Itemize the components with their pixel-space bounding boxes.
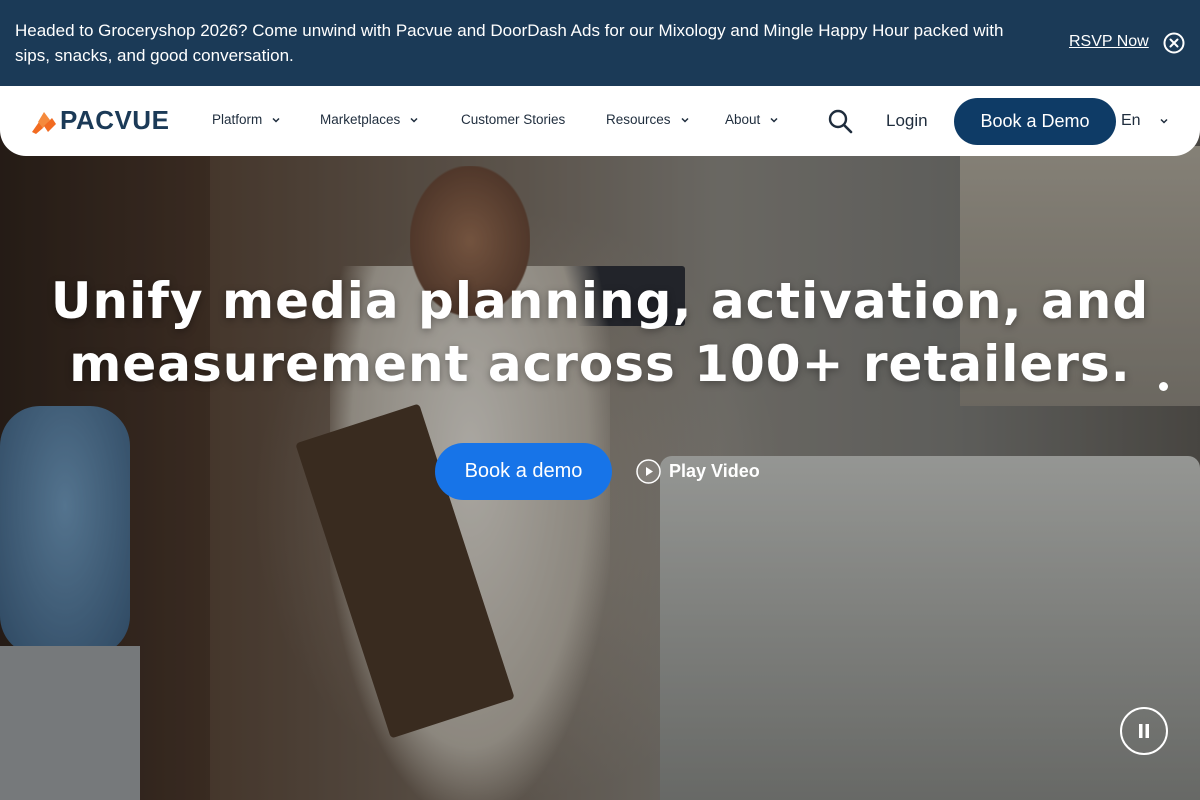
login-link[interactable]: Login xyxy=(886,111,928,131)
hero-book-demo-button[interactable]: Book a demo xyxy=(435,443,612,500)
pause-icon xyxy=(1139,724,1149,738)
nav-item-label: Resources xyxy=(606,112,671,127)
carousel-dot[interactable] xyxy=(1159,382,1168,391)
language-label: En xyxy=(1121,112,1141,129)
play-video-label: Play Video xyxy=(669,461,760,481)
pause-button[interactable] xyxy=(1120,707,1168,755)
hero-headline-line2: measurement across 100+ retailers. xyxy=(69,335,1131,393)
rsvp-link[interactable]: RSVP Now xyxy=(1069,33,1149,51)
nav-item-marketplaces[interactable]: Marketplaces xyxy=(320,112,419,127)
nav-item-customer-stories[interactable]: Customer Stories xyxy=(461,112,565,127)
close-circle-icon[interactable] xyxy=(1163,32,1185,54)
language-selector[interactable]: En xyxy=(1121,112,1169,130)
play-video-button[interactable]: Play Video xyxy=(636,459,760,484)
nav-item-platform[interactable]: Platform xyxy=(212,112,281,127)
chevron-down-icon xyxy=(410,117,418,123)
logo-text: PACVUE xyxy=(60,105,170,135)
book-demo-button[interactable]: Book a Demo xyxy=(954,98,1116,145)
chevron-down-icon xyxy=(770,117,778,123)
hero-headline: Unify media planning, activation, and me… xyxy=(40,270,1160,396)
announcement-bar: Headed to Groceryshop 2026? Come unwind … xyxy=(0,0,1200,86)
pacvue-logo-icon xyxy=(32,111,56,134)
hero-headline-line1: Unify media planning, activation, and xyxy=(50,272,1150,330)
announcement-text: Headed to Groceryshop 2026? Come unwind … xyxy=(15,21,1004,65)
nav-item-label: Customer Stories xyxy=(461,112,566,127)
nav-item-label: Platform xyxy=(212,112,263,127)
nav-item-label: Marketplaces xyxy=(320,112,401,127)
hero-overlay xyxy=(0,86,1200,800)
pacvue-logo[interactable]: PACVUE xyxy=(30,105,169,136)
search-icon[interactable] xyxy=(828,109,853,134)
main-nav: PACVUE Platform Marketplaces Customer St… xyxy=(0,86,1200,156)
nav-item-label: About xyxy=(725,112,761,127)
chevron-down-icon xyxy=(681,117,689,123)
nav-item-about[interactable]: About xyxy=(725,112,779,127)
chevron-down-icon xyxy=(1160,118,1168,124)
nav-item-resources[interactable]: Resources xyxy=(606,112,690,127)
play-circle-icon xyxy=(636,459,661,484)
chevron-down-icon xyxy=(272,117,280,123)
hero-background xyxy=(0,86,1200,800)
